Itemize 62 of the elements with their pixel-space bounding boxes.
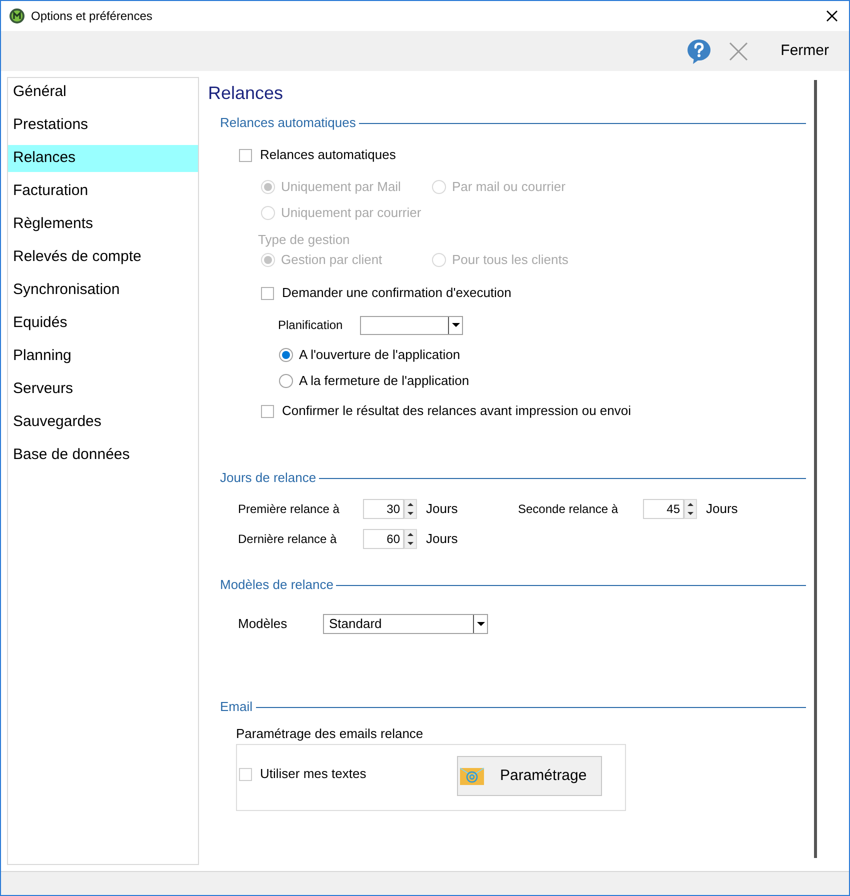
unit-label: Jours (426, 500, 458, 518)
checkbox-label: Demander une confirmation d'execution (282, 284, 512, 302)
sidebar-item[interactable]: Sauvegardes (8, 409, 198, 436)
unit-label: Jours (706, 500, 738, 518)
radio-label: Pour tous les clients (452, 251, 568, 270)
section-heading: Email (220, 698, 253, 716)
number-field[interactable]: 30 (363, 499, 404, 519)
field-label: Modèles (238, 615, 288, 634)
checkbox-label: Relances automatiques (260, 146, 396, 164)
radio-label: Gestion par client (281, 251, 382, 270)
sidebar-item[interactable]: Relevés de compte (8, 244, 198, 271)
sidebar-item[interactable]: Règlements (8, 211, 198, 238)
checkbox[interactable] (239, 148, 252, 162)
field-label: Seconde relance à (518, 501, 620, 518)
app-logo-icon (9, 8, 25, 24)
sidebar-item[interactable]: Prestations (8, 112, 198, 139)
window-title: Options et préférences (31, 8, 152, 25)
planning-dropdown[interactable] (360, 316, 463, 334)
radio-label: A la fermeture de l'application (299, 372, 470, 390)
template-dropdown[interactable]: Standard (323, 614, 488, 634)
field-label: Première relance à (238, 501, 340, 518)
radio-button[interactable] (279, 348, 293, 362)
sidebar-item[interactable]: Equidés (8, 310, 198, 337)
radio-label: Uniquement par Mail (281, 178, 401, 196)
checkbox-label: Utiliser mes textes (260, 765, 366, 784)
radio-label: A l'ouverture de l'application (299, 346, 460, 364)
spinner-arrows-icon[interactable] (684, 499, 697, 519)
settings-button[interactable]: Paramétrage (457, 756, 602, 796)
sidebar-item[interactable]: Serveurs (8, 376, 198, 403)
radio-label: Par mail ou courrier (452, 178, 566, 196)
number-field[interactable]: 45 (643, 499, 684, 519)
checkbox[interactable] (261, 404, 274, 418)
checkbox[interactable] (261, 286, 274, 300)
page-title: Relances (208, 82, 284, 105)
section-heading: Jours de relance (220, 469, 316, 488)
sidebar-item[interactable]: Synchronisation (8, 277, 198, 304)
section-heading: Modèles de relance (220, 576, 334, 594)
dropdown-value: Standard (328, 615, 383, 634)
number-field[interactable]: 60 (363, 529, 404, 549)
sidebar-item[interactable]: Facturation (8, 178, 198, 205)
section-heading: Relances automatiques (220, 114, 356, 132)
spinner-arrows-icon[interactable] (404, 499, 417, 519)
spinner-arrows-icon[interactable] (404, 529, 417, 549)
sidebar-item[interactable]: Relances (8, 145, 198, 172)
caret-icon (476, 622, 484, 626)
close-icon[interactable] (826, 10, 838, 22)
field-label: Planification (278, 317, 344, 334)
close-button[interactable]: Fermer (780, 40, 829, 62)
checkbox-label: Confirmer le résultat des relances avant impression ou envoi (282, 402, 632, 420)
group-label: Type de gestion (258, 231, 350, 250)
field-label: Dernière relance à (238, 531, 338, 548)
envelope-icon (460, 766, 484, 786)
unit-label: Jours (426, 530, 458, 548)
sidebar-item[interactable]: Général (8, 79, 198, 106)
help-icon[interactable] (686, 38, 711, 64)
radio-label: Uniquement par courrier (281, 204, 422, 222)
radio-button[interactable] (279, 374, 293, 388)
group-label: Paramétrage des emails relance (236, 725, 424, 744)
caret-icon (452, 323, 460, 327)
sidebar-item[interactable]: Planning (8, 343, 198, 370)
checkbox[interactable] (239, 768, 252, 780)
sidebar-item[interactable]: Base de données (8, 442, 198, 469)
